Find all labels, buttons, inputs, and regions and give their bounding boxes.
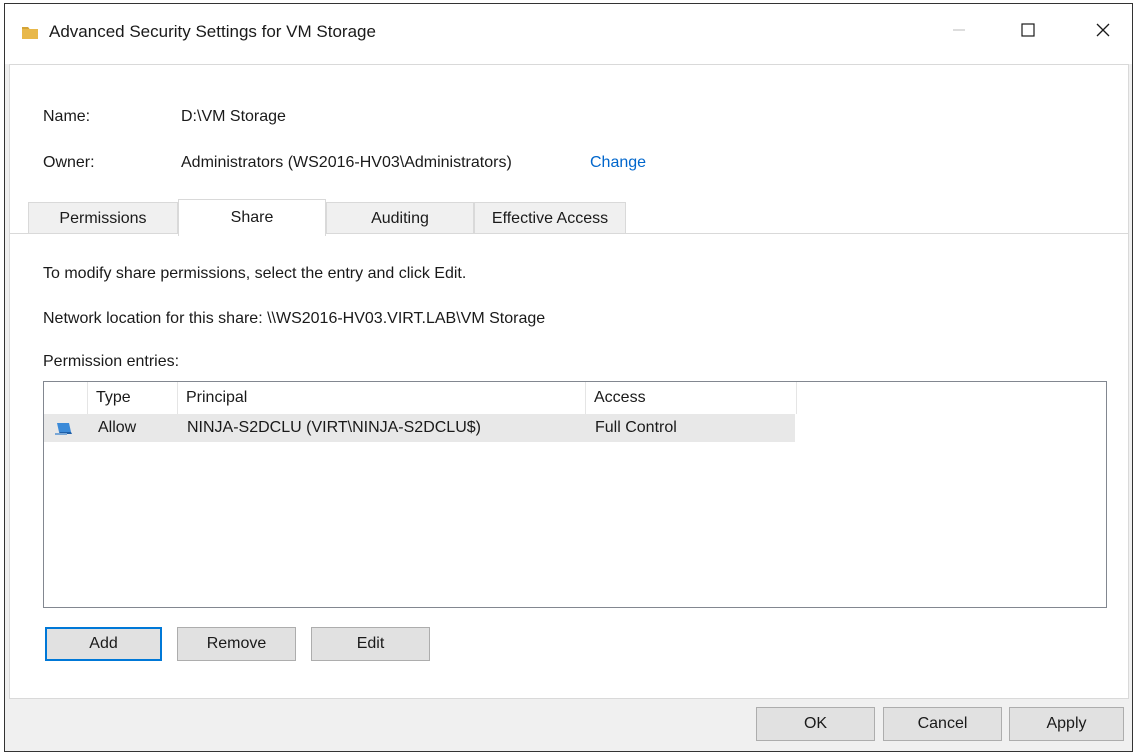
owner-label: Owner: (43, 154, 95, 171)
button-label: Apply (1046, 715, 1087, 732)
tab-label: Auditing (371, 209, 429, 227)
button-label: Edit (356, 635, 385, 652)
column-header-label: Type (96, 389, 131, 406)
column-header-type[interactable]: Type (88, 382, 178, 414)
button-label: Remove (206, 635, 267, 652)
button-label: OK (803, 715, 828, 732)
minimize-icon (952, 23, 966, 42)
permission-entries-label: Permission entries: (43, 353, 180, 370)
content-panel: Name: D:\VM Storage Owner: Administrator… (9, 64, 1129, 699)
ok-button[interactable]: OK (756, 707, 875, 741)
dialog-window: Advanced Security Settings for VM Storag… (4, 3, 1133, 752)
name-value: D:\VM Storage (181, 108, 286, 125)
name-label: Name: (43, 108, 91, 125)
maximize-icon (1021, 22, 1035, 42)
column-header-icon[interactable] (44, 382, 88, 414)
button-label: Add (89, 635, 118, 652)
apply-button[interactable]: Apply (1009, 707, 1124, 741)
title-bar[interactable]: Advanced Security Settings for VM Storag… (5, 4, 1132, 64)
permission-entries-list[interactable]: Type Principal Access Allow NINJA-S2DCLU… (43, 381, 1107, 608)
tab-share[interactable]: Share (178, 199, 326, 236)
window-title: Advanced Security Settings for VM Storag… (49, 22, 376, 41)
network-location: Network location for this share: \\WS201… (43, 310, 546, 327)
maximize-button[interactable] (1005, 10, 1051, 54)
row-type: Allow (98, 419, 137, 436)
button-label: Cancel (917, 715, 968, 732)
column-header-access[interactable]: Access (586, 382, 797, 414)
remove-button[interactable]: Remove (177, 627, 296, 661)
tab-strip: Permissions Share Auditing Effective Acc… (10, 199, 1128, 236)
row-access: Full Control (595, 419, 677, 436)
close-icon (1096, 23, 1110, 42)
close-button[interactable] (1080, 10, 1126, 54)
column-header-label: Principal (186, 389, 248, 406)
column-header-principal[interactable]: Principal (178, 382, 586, 414)
edit-button[interactable]: Edit (311, 627, 430, 661)
list-header: Type Principal Access (44, 382, 1106, 414)
cancel-button[interactable]: Cancel (883, 707, 1002, 741)
add-button[interactable]: Add (45, 627, 162, 661)
change-owner-link[interactable]: Change (590, 154, 646, 172)
tab-auditing[interactable]: Auditing (326, 202, 474, 234)
owner-value: Administrators (WS2016-HV03\Administrato… (181, 154, 512, 171)
table-row[interactable]: Allow NINJA-S2DCLU (VIRT\NINJA-S2DCLU$) … (44, 414, 795, 442)
row-principal: NINJA-S2DCLU (VIRT\NINJA-S2DCLU$) (187, 419, 481, 436)
tab-label: Effective Access (491, 209, 609, 227)
user-group-icon (54, 414, 76, 442)
tab-permissions[interactable]: Permissions (28, 202, 178, 234)
tab-effective-access[interactable]: Effective Access (474, 202, 626, 234)
column-header-label: Access (594, 389, 646, 406)
minimize-button[interactable] (936, 10, 982, 54)
tab-label: Permissions (59, 209, 147, 227)
tab-label: Share (230, 209, 274, 226)
share-instruction: To modify share permissions, select the … (43, 265, 467, 282)
folder-icon (21, 24, 39, 40)
